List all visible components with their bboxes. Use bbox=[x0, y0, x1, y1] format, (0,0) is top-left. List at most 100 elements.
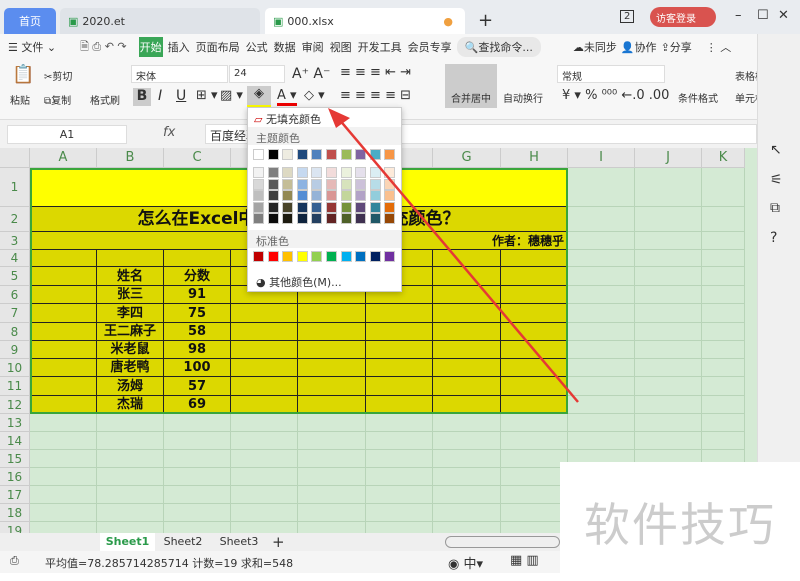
add-sheet-button[interactable]: + bbox=[272, 533, 285, 551]
cell[interactable] bbox=[501, 468, 568, 486]
row-header-13[interactable]: 13 bbox=[0, 414, 30, 432]
row-header-5[interactable]: 5 bbox=[0, 267, 30, 286]
theme-shade-swatch[interactable] bbox=[253, 201, 264, 213]
menu-tab-formula[interactable]: 公式 bbox=[245, 37, 269, 57]
menu-tab-home[interactable]: 开始 bbox=[138, 37, 163, 57]
cell[interactable] bbox=[635, 432, 702, 450]
theme-color-swatch[interactable] bbox=[326, 149, 337, 160]
data-cell[interactable] bbox=[231, 377, 298, 396]
data-cell[interactable] bbox=[433, 304, 501, 323]
theme-shade-swatch[interactable] bbox=[384, 213, 396, 224]
cell[interactable] bbox=[231, 432, 298, 450]
data-cell[interactable] bbox=[433, 396, 501, 414]
data-cell[interactable] bbox=[298, 304, 366, 323]
column-header-I[interactable]: I bbox=[568, 148, 635, 168]
data-cell[interactable] bbox=[433, 359, 501, 377]
theme-shade-swatch[interactable] bbox=[340, 201, 352, 213]
cell[interactable] bbox=[635, 414, 702, 432]
format-painter-button[interactable]: 格式刷 bbox=[90, 92, 120, 107]
data-cell[interactable] bbox=[30, 250, 97, 267]
cell[interactable] bbox=[568, 396, 635, 414]
data-cell[interactable] bbox=[501, 304, 568, 323]
no-fill-option[interactable]: ▱ 无填充颜色 bbox=[254, 111, 321, 127]
row-header-18[interactable]: 18 bbox=[0, 504, 30, 522]
standard-color-swatch[interactable] bbox=[267, 251, 279, 262]
cell[interactable] bbox=[702, 414, 745, 432]
score-cell[interactable]: 58 bbox=[164, 323, 231, 341]
theme-shade-swatch[interactable] bbox=[369, 213, 381, 224]
score-cell[interactable]: 69 bbox=[164, 396, 231, 414]
row-header-2[interactable]: 2 bbox=[0, 207, 30, 232]
cell[interactable] bbox=[568, 377, 635, 396]
theme-shade-swatch[interactable] bbox=[267, 213, 279, 224]
data-cell[interactable] bbox=[501, 286, 568, 304]
theme-shade-swatch[interactable] bbox=[253, 190, 264, 201]
cell[interactable] bbox=[433, 432, 501, 450]
data-cell[interactable] bbox=[501, 250, 568, 267]
cell[interactable] bbox=[568, 232, 635, 250]
cell[interactable] bbox=[568, 207, 635, 232]
theme-shade-swatch[interactable] bbox=[369, 201, 381, 213]
data-cell[interactable] bbox=[366, 323, 433, 341]
cell[interactable] bbox=[635, 377, 702, 396]
cell[interactable] bbox=[568, 267, 635, 286]
data-cell[interactable] bbox=[30, 396, 97, 414]
menu-tab-insert[interactable]: 插入 bbox=[167, 37, 191, 57]
select-tool-icon[interactable]: ↖ bbox=[770, 142, 782, 158]
row-header-14[interactable]: 14 bbox=[0, 432, 30, 450]
theme-shade-swatch[interactable] bbox=[311, 167, 323, 178]
column-header-H[interactable]: H bbox=[501, 148, 568, 168]
standard-color-swatch[interactable] bbox=[296, 251, 308, 262]
data-cell[interactable] bbox=[231, 323, 298, 341]
merge-center-button[interactable]: 合并居中 bbox=[445, 64, 497, 108]
cell[interactable] bbox=[97, 504, 164, 522]
cell[interactable] bbox=[298, 432, 366, 450]
cell[interactable] bbox=[635, 232, 702, 250]
font-size-select[interactable]: 24 bbox=[229, 65, 285, 83]
cell[interactable] bbox=[501, 504, 568, 522]
view-mode-icons[interactable]: ▦ ▥ bbox=[510, 553, 539, 568]
data-cell[interactable] bbox=[366, 377, 433, 396]
data-cell[interactable] bbox=[298, 396, 366, 414]
maximize-button[interactable]: ☐ bbox=[757, 8, 769, 23]
cell[interactable] bbox=[433, 468, 501, 486]
data-cell[interactable] bbox=[231, 359, 298, 377]
menu-tab-developer[interactable]: 开发工具 bbox=[357, 37, 403, 57]
cell[interactable] bbox=[97, 468, 164, 486]
border-button[interactable]: ⊞ ▾ bbox=[196, 88, 218, 103]
cell[interactable] bbox=[30, 486, 97, 504]
paste-button[interactable]: 粘贴 bbox=[10, 92, 30, 107]
cell[interactable] bbox=[231, 504, 298, 522]
menu-tab-member[interactable]: 会员专享 bbox=[407, 37, 453, 57]
cell[interactable] bbox=[635, 304, 702, 323]
cell[interactable] bbox=[366, 432, 433, 450]
cell[interactable] bbox=[164, 450, 231, 468]
data-cell[interactable] bbox=[501, 396, 568, 414]
theme-shade-swatch[interactable] bbox=[384, 178, 396, 190]
cell[interactable] bbox=[568, 341, 635, 359]
data-cell[interactable] bbox=[366, 304, 433, 323]
row-header-7[interactable]: 7 bbox=[0, 304, 30, 323]
theme-shade-swatch[interactable] bbox=[267, 167, 279, 178]
theme-shade-swatch[interactable] bbox=[282, 213, 294, 224]
italic-button[interactable]: I bbox=[158, 88, 162, 104]
cell[interactable] bbox=[231, 414, 298, 432]
theme-shade-swatch[interactable] bbox=[384, 201, 396, 213]
fill-color-button[interactable]: ◈ bbox=[247, 86, 271, 108]
data-cell[interactable] bbox=[231, 341, 298, 359]
bold-button[interactable]: B bbox=[133, 88, 151, 106]
standard-color-swatch[interactable] bbox=[311, 251, 323, 262]
cell[interactable] bbox=[702, 341, 745, 359]
menu-tab-view[interactable]: 视图 bbox=[329, 37, 353, 57]
cell[interactable] bbox=[568, 414, 635, 432]
name-cell[interactable]: 米老鼠 bbox=[97, 341, 164, 359]
theme-color-swatch[interactable] bbox=[282, 149, 294, 160]
menu-tab-layout[interactable]: 页面布局 bbox=[195, 37, 241, 57]
cell[interactable] bbox=[635, 207, 702, 232]
more-icon[interactable]: ⋮ ︿ bbox=[706, 39, 732, 55]
cell[interactable] bbox=[635, 168, 702, 207]
sheet-tab-3[interactable]: Sheet3 bbox=[214, 535, 264, 548]
cell[interactable] bbox=[702, 232, 745, 250]
cell[interactable] bbox=[433, 504, 501, 522]
theme-shade-swatch[interactable] bbox=[369, 167, 381, 178]
